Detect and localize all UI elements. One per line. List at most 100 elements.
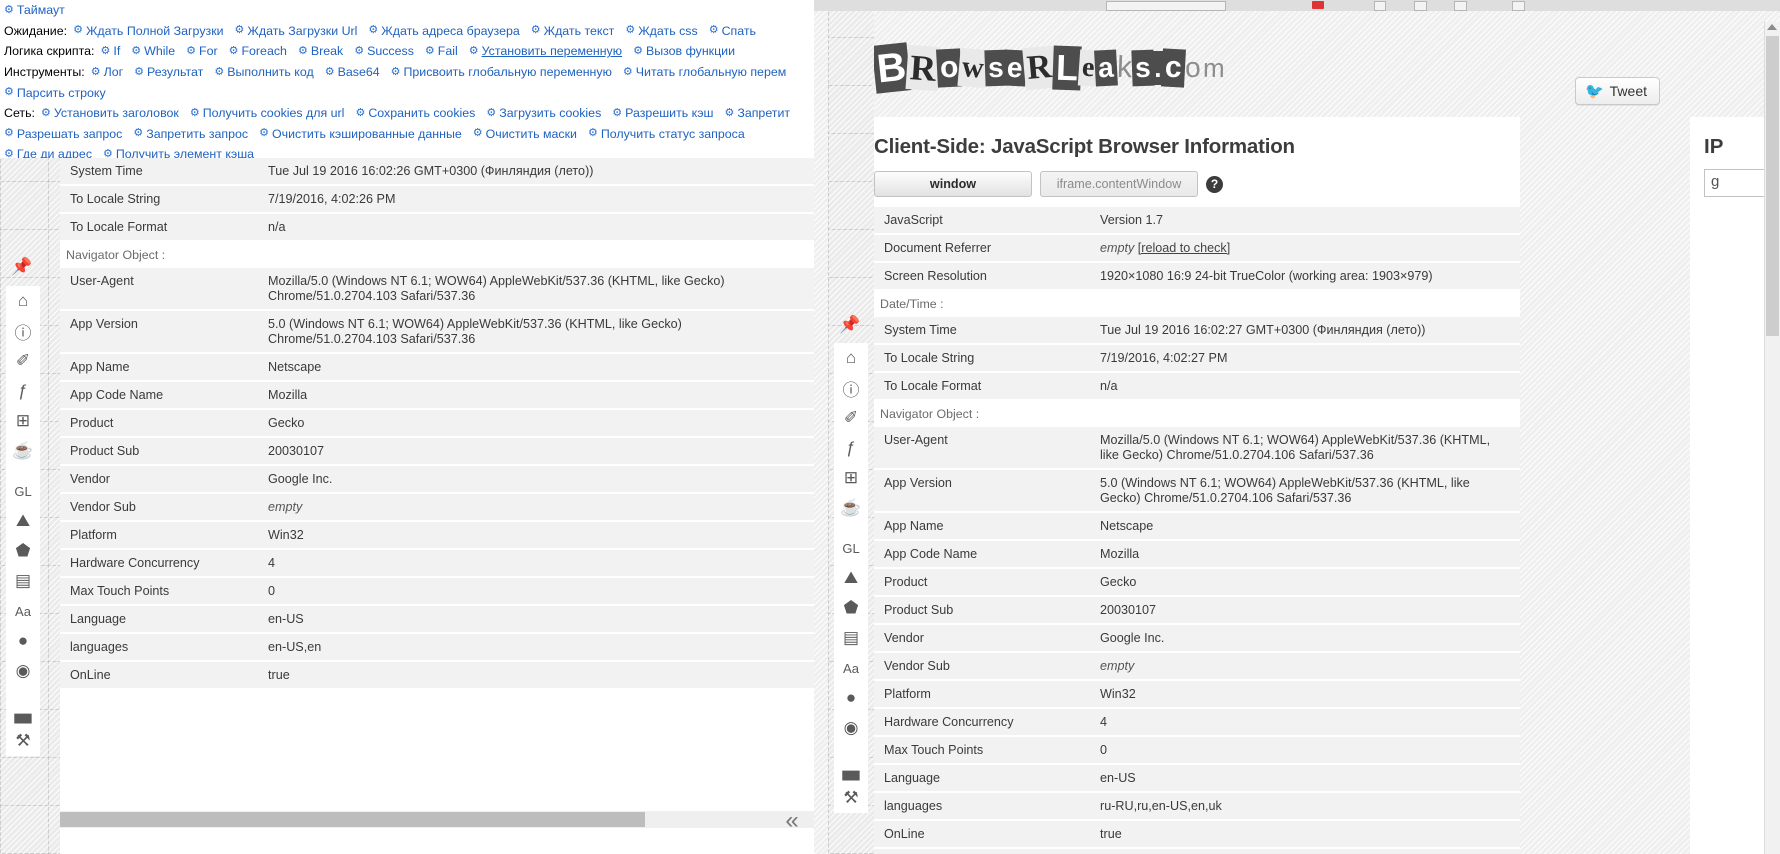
menu-item-0[interactable]: ⚙ Разрешать запрос (4, 127, 122, 141)
java-coffee-icon[interactable]: ☕ (8, 436, 38, 466)
menu-item-8[interactable]: ⚙ Вызов функции (633, 44, 735, 58)
menu-item-0[interactable]: ⚙ Лог (91, 65, 123, 79)
menu-item-5[interactable]: ⚙ Спать (709, 24, 756, 38)
javascript-icon[interactable]: ✐ (8, 346, 38, 376)
webrtc-icon[interactable]: ⬟ (836, 593, 866, 623)
menu-item-5[interactable]: ⚙ Success (354, 44, 414, 58)
menu-item-label: Присвоить глобальную переменную (403, 65, 612, 80)
extension-badge-icon[interactable] (1312, 1, 1324, 9)
menu-item-label: Ждать адреса браузера (381, 23, 520, 38)
left-table-scroll-area[interactable]: System Time Tue Jul 19 2016 16:02:26 GMT+… (60, 158, 814, 688)
collapse-panel-button[interactable]: « (776, 805, 808, 837)
pushpin-icon[interactable]: 📌 (836, 311, 864, 339)
menu-item-2[interactable]: ⚙ Ждать адреса браузера (368, 24, 519, 38)
javascript-icon[interactable]: ✐ (836, 403, 866, 433)
browserleaks-logo[interactable]: BRowseRLeaks.com (871, 29, 1225, 107)
menu-item-1[interactable]: ⚙ Запретить запрос (133, 127, 248, 141)
canvas-image-icon[interactable]: ⛰ (836, 563, 866, 593)
webgl-icon[interactable]: GL (836, 533, 866, 563)
reload-to-check-link[interactable]: [reload to check] (1138, 241, 1230, 255)
gear-icon: ⚙ (297, 44, 308, 57)
menu-icon[interactable] (1512, 1, 1525, 11)
menu-item-6[interactable]: ⚙ Fail (425, 44, 458, 58)
stats-bar-icon[interactable]: ▃ (836, 753, 866, 783)
dnt-eye-icon[interactable]: ◉ (8, 656, 38, 686)
menu-item-4[interactable]: ⚙ Break (298, 44, 343, 58)
menu-item-0[interactable]: ⚙ If (101, 44, 121, 58)
menu-item-3[interactable]: ⚙ Ждать текст (531, 24, 615, 38)
row-key: OnLine (874, 820, 1090, 849)
row-value: 0 (1090, 736, 1520, 765)
scrollbar-thumb[interactable] (60, 812, 645, 827)
menu-item-3[interactable]: ⚙ Загрузить cookies (486, 106, 601, 120)
firewall-icon[interactable]: ▤ (836, 623, 866, 653)
omnibox-tail[interactable] (1106, 1, 1226, 11)
menu-item-label: Вызов функции (645, 44, 736, 59)
info-icon[interactable]: ⓘ (8, 316, 38, 346)
menu-item-2[interactable]: ⚙ Очистить кэшированные данные (259, 127, 462, 141)
tools-icon[interactable]: ⚒ (836, 783, 866, 813)
tab-window[interactable]: window (874, 171, 1032, 197)
section-label: Navigator Object : (60, 241, 814, 268)
canvas-image-icon[interactable]: ⛰ (8, 506, 38, 536)
menu-item-0[interactable]: ⚙ Ждать Полной Загрузки (73, 24, 223, 38)
menu-item-2[interactable]: ⚙ For (186, 44, 217, 58)
menu-item-4[interactable]: ⚙ Получить статус запроса (588, 127, 745, 141)
webgl-icon[interactable]: GL (8, 476, 38, 506)
flash-icon[interactable]: ƒ (8, 376, 38, 406)
silverlight-windows-icon[interactable]: ⊞ (836, 463, 866, 493)
menu-item-3[interactable]: ⚙ Foreach (229, 44, 287, 58)
menu-item-1[interactable]: ⚙ Получить cookies для url (190, 106, 345, 120)
gear-icon: ⚙ (587, 127, 598, 140)
menu-item-0[interactable]: ⚙ Парсить строку (4, 86, 106, 100)
scrollbar-thumb[interactable] (1766, 36, 1779, 336)
row-key[interactable]: Do Not Track (874, 848, 1090, 854)
menu-item-0[interactable]: ⚙ Таймаут (4, 3, 65, 17)
gear-icon: ⚙ (530, 24, 541, 37)
help-icon[interactable]: ? (1206, 175, 1223, 193)
fonts-icon[interactable]: Aa (836, 653, 866, 683)
menu-item-3[interactable]: ⚙ Очистить маски (473, 127, 577, 141)
silverlight-windows-icon[interactable]: ⊞ (8, 406, 38, 436)
row-key: Hardware Concurrency (874, 708, 1090, 737)
geolocation-icon[interactable]: ● (836, 683, 866, 713)
menu-item-5[interactable]: ⚙ Читать глобальную перем (623, 65, 786, 79)
geolocation-icon[interactable]: ● (8, 626, 38, 656)
flash-icon[interactable]: ƒ (836, 433, 866, 463)
extension-icon-3[interactable] (1454, 1, 1467, 11)
menu-item-2[interactable]: ⚙ Выполнить код (214, 65, 313, 79)
menu-item-4[interactable]: ⚙ Ждать css (625, 24, 697, 38)
firewall-icon[interactable]: ▤ (8, 566, 38, 596)
menu-item-1[interactable]: ⚙ Результат (134, 65, 203, 79)
tools-icon[interactable]: ⚒ (8, 726, 38, 756)
tweet-button[interactable]: 🐦 Tweet (1574, 77, 1660, 105)
extension-icon-2[interactable] (1414, 1, 1427, 11)
menu-item-3[interactable]: ⚙ Base64 (325, 65, 380, 79)
menu-item-1[interactable]: ⚙ Ждать Загрузки Url (235, 24, 358, 38)
ip-address-field[interactable]: g (1704, 169, 1766, 197)
extension-icon-1[interactable] (1374, 1, 1386, 11)
home-icon[interactable]: ⌂ (836, 343, 866, 373)
menu-item-2[interactable]: ⚙ Сохранить cookies (355, 106, 475, 120)
home-icon[interactable]: ⌂ (8, 286, 38, 316)
menu-item-5[interactable]: ⚙ Запретит (724, 106, 790, 120)
java-coffee-icon[interactable]: ☕ (836, 493, 866, 523)
menu-item-1[interactable]: ⚙ While (131, 44, 175, 58)
vertical-scrollbar[interactable] (1764, 22, 1780, 854)
webrtc-icon[interactable]: ⬟ (8, 536, 38, 566)
table-row: Product Sub 20030107 (874, 596, 1520, 625)
pushpin-icon[interactable]: 📌 (8, 253, 36, 281)
menu-item-7[interactable]: ⚙ Установить переменную (469, 44, 622, 58)
scroll-up-arrow-icon[interactable] (1767, 24, 1777, 30)
info-icon[interactable]: ⓘ (836, 373, 866, 403)
menu-item-0[interactable]: ⚙ Установить заголовок (41, 106, 179, 120)
menu-item-4[interactable]: ⚙ Присвоить глобальную переменную (391, 65, 612, 79)
stats-bar-icon[interactable]: ▃ (8, 696, 38, 726)
tab-iframe-contentwindow[interactable]: iframe.contentWindow (1040, 171, 1198, 197)
menu-item-4[interactable]: ⚙ Разрешить кэш (612, 106, 713, 120)
horizontal-scrollbar[interactable] (60, 811, 814, 828)
fonts-icon[interactable]: Aa (8, 596, 38, 626)
dnt-eye-icon[interactable]: ◉ (836, 713, 866, 743)
gear-icon: ⚙ (90, 65, 101, 78)
row-key: Product Sub (874, 596, 1090, 625)
